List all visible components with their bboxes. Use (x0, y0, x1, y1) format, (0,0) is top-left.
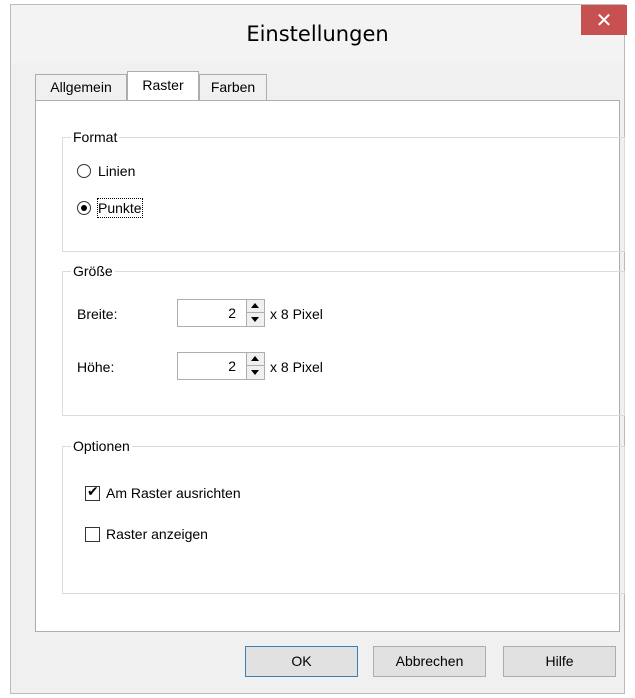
snap-text: Am Raster ausrichten (106, 485, 241, 501)
size-legend: Größe (71, 262, 115, 280)
height-increment-button[interactable] (247, 353, 264, 366)
settings-dialog: Einstellungen ✕ Allgemein Raster Farben … (10, 4, 627, 694)
snap-checkbox[interactable]: ✔ (85, 484, 100, 501)
width-spinner[interactable]: 2 (177, 299, 265, 327)
show-grid-label[interactable]: Raster anzeigen (106, 525, 208, 543)
radio-linien-label[interactable]: Linien (98, 162, 135, 180)
arrow-down-icon (251, 370, 259, 375)
cancel-button[interactable]: Abbrechen (373, 646, 486, 677)
ok-button[interactable]: OK (245, 646, 358, 677)
width-value[interactable]: 2 (228, 300, 236, 326)
show-grid-text: Raster anzeigen (106, 526, 208, 542)
height-spinner[interactable]: 2 (177, 352, 265, 380)
punkte-text: Punkte (98, 200, 142, 216)
tab-label: Raster (142, 77, 184, 93)
height-label: Höhe: (77, 358, 114, 376)
radio-linien[interactable] (77, 164, 91, 178)
height-label-text: Höhe: (77, 359, 115, 375)
dialog-title: Einstellungen (246, 22, 389, 46)
check-icon: ✔ (87, 484, 99, 500)
options-groupbox: Optionen ✔ Am Raster ausrichten Raster a… (62, 437, 625, 594)
arrow-up-icon (251, 303, 259, 308)
width-spin-buttons (246, 300, 264, 326)
width-decrement-button[interactable] (247, 313, 264, 326)
help-button[interactable]: Hilfe (503, 646, 616, 677)
height-value[interactable]: 2 (228, 353, 236, 379)
snap-label[interactable]: Am Raster ausrichten (106, 484, 241, 502)
height-decrement-button[interactable] (247, 366, 264, 379)
format-groupbox: Format Linien Punkte (62, 128, 625, 252)
tab-label: Farben (210, 79, 256, 95)
show-grid-checkbox[interactable] (85, 527, 100, 542)
arrow-down-icon (251, 317, 259, 322)
radio-selected-dot (81, 205, 87, 211)
options-legend: Optionen (71, 437, 132, 455)
width-increment-button[interactable] (247, 300, 264, 313)
cancel-label: Abbrechen (395, 653, 464, 669)
width-label: Breite: (77, 305, 117, 323)
arrow-up-icon (251, 356, 259, 361)
radio-punkte[interactable] (77, 201, 91, 215)
format-legend: Format (71, 128, 120, 146)
width-label-text: Breite: (77, 306, 118, 322)
close-button[interactable]: ✕ (581, 5, 627, 35)
radio-punkte-label[interactable]: Punkte (97, 198, 143, 218)
help-label: Hilfe (545, 653, 574, 669)
tab-raster[interactable]: Raster (127, 71, 199, 100)
tab-farben[interactable]: Farben (199, 74, 267, 100)
tab-panel-raster: Format Linien Punkte Größe Breite: 2 x 8… (35, 100, 625, 632)
size-groupbox: Größe Breite: 2 x 8 Pixel Höhe: 2 x 8 Pi… (62, 262, 625, 416)
ok-label: OK (291, 653, 312, 669)
close-icon: ✕ (595, 8, 613, 32)
height-unit: x 8 Pixel (270, 359, 323, 375)
width-unit: x 8 Pixel (270, 306, 323, 322)
tab-label: Allgemein (50, 79, 112, 95)
linien-text: Linien (98, 163, 136, 179)
height-spin-buttons (246, 353, 264, 379)
tab-allgemein[interactable]: Allgemein (35, 74, 127, 100)
title-bar[interactable]: Einstellungen ✕ (11, 5, 627, 63)
